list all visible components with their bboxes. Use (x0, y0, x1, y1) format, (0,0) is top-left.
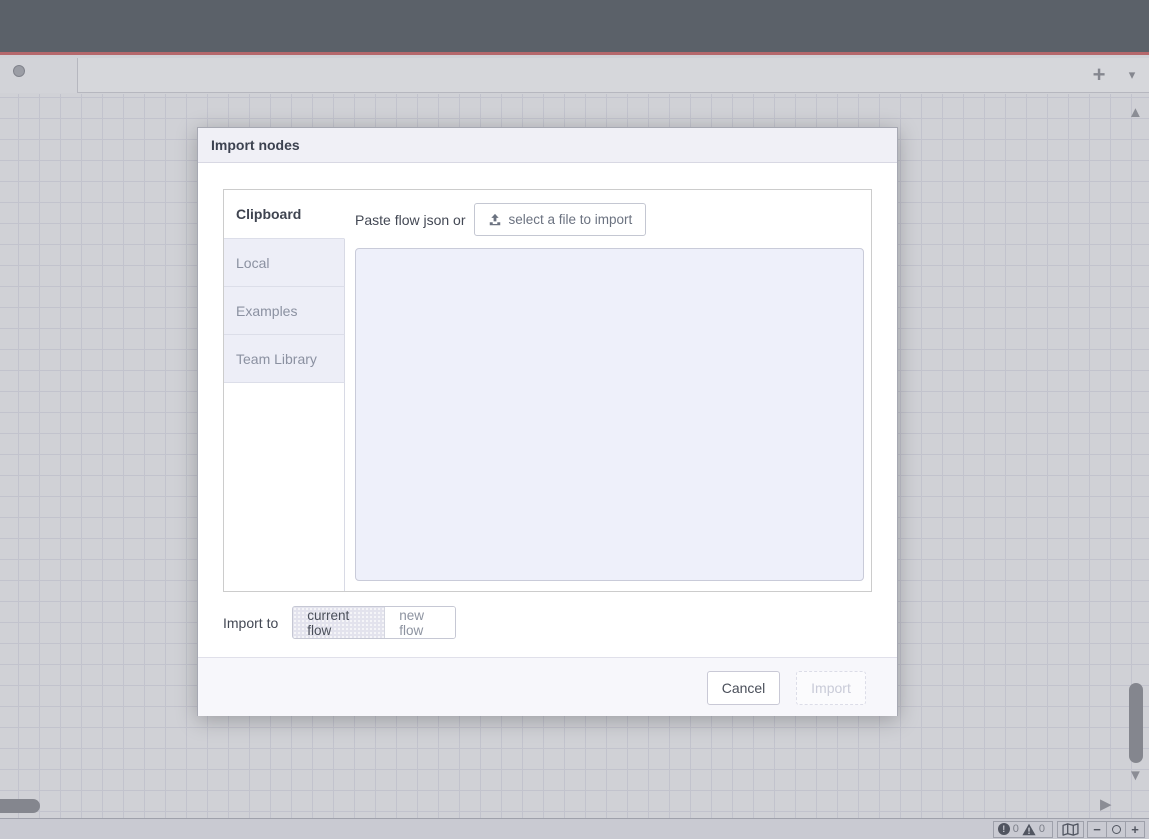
import-target-toggle: current flow new flow (292, 606, 456, 639)
tab-local[interactable]: Local (224, 239, 345, 287)
workspace-tabbar: + ▾ (0, 58, 1149, 93)
clipboard-pane: Paste flow json or select a file to impo… (346, 190, 871, 591)
error-count: 0 (1013, 823, 1019, 835)
cancel-button[interactable]: Cancel (707, 671, 780, 705)
error-icon: ! (998, 823, 1010, 835)
scroll-down-icon[interactable]: ▼ (1128, 768, 1143, 783)
scroll-up-icon[interactable]: ▲ (1128, 105, 1143, 120)
notifications-counter[interactable]: ! 0 0 (993, 821, 1053, 838)
zoom-in-button[interactable]: + (1125, 821, 1145, 838)
flow-list-caret-icon[interactable]: ▾ (1118, 58, 1146, 92)
tab-column-filler (224, 383, 345, 591)
import-content-box: Clipboard Local Examples Team Library Pa… (223, 189, 872, 592)
import-button[interactable]: Import (796, 671, 866, 705)
zoom-reset-button[interactable] (1106, 821, 1126, 838)
paste-row: Paste flow json or select a file to impo… (355, 203, 862, 236)
zoom-reset-icon (1112, 825, 1121, 834)
workspace-tab-status-icon (13, 65, 25, 77)
navigator-toggle-button[interactable] (1057, 821, 1084, 838)
import-to-new-flow-button[interactable]: new flow (384, 607, 455, 638)
tab-clipboard[interactable]: Clipboard (224, 190, 345, 239)
zoom-out-button[interactable]: − (1087, 821, 1107, 838)
tab-examples[interactable]: Examples (224, 287, 345, 335)
map-icon (1062, 823, 1079, 836)
select-file-button[interactable]: select a file to import (474, 203, 647, 236)
warning-icon (1022, 823, 1036, 836)
import-to-current-flow-button[interactable]: current flow (293, 607, 384, 638)
app-header (0, 0, 1149, 55)
import-source-tabs: Clipboard Local Examples Team Library (224, 190, 345, 591)
import-to-row: Import to current flow new flow (223, 606, 456, 639)
dialog-header: Import nodes (198, 128, 897, 163)
dialog-footer: Cancel Import (198, 657, 897, 716)
tab-team-library[interactable]: Team Library (224, 335, 345, 383)
upload-icon (488, 213, 502, 227)
dialog-title: Import nodes (211, 137, 300, 153)
vertical-scrollbar-thumb[interactable] (1129, 683, 1143, 763)
import-nodes-dialog: Import nodes Clipboard Local Examples Te… (197, 127, 898, 716)
flow-json-textarea[interactable] (355, 248, 864, 581)
horizontal-scrollbar-thumb[interactable] (0, 799, 40, 813)
scroll-right-icon[interactable]: ▶ (1100, 797, 1112, 812)
paste-prompt-label: Paste flow json or (355, 212, 466, 228)
import-to-label: Import to (223, 615, 278, 631)
workspace-tab[interactable] (0, 58, 78, 93)
node-red-app: + ▾ ▲ ▼ ▶ ! 0 0 (0, 0, 1149, 839)
warning-count: 0 (1039, 823, 1045, 835)
add-flow-button[interactable]: + (1083, 58, 1115, 92)
select-file-label: select a file to import (509, 212, 633, 227)
zoom-controls: − + (1088, 821, 1145, 838)
status-bar: ! 0 0 − (0, 818, 1149, 839)
